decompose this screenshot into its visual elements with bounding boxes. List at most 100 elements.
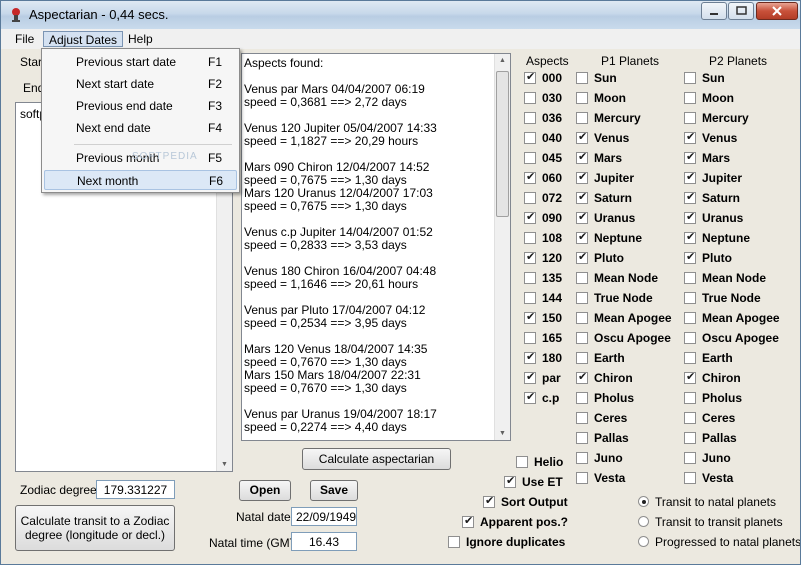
- transit-to-natal-radio[interactable]: [638, 496, 649, 507]
- menu-next-end-date[interactable]: Next end date F4: [44, 118, 237, 138]
- zodiac-degree-input[interactable]: 179.331227: [96, 480, 175, 499]
- p1-planet-checkbox[interactable]: [576, 472, 588, 484]
- p2-planet-checkbox[interactable]: [684, 72, 696, 84]
- p1-planet-checkbox[interactable]: [576, 250, 588, 264]
- p2-planet-checkbox[interactable]: [684, 250, 696, 264]
- p1-planet-checkbox[interactable]: [576, 190, 588, 204]
- aspect-checkbox[interactable]: [524, 310, 536, 324]
- natal-time-input[interactable]: 16.43: [291, 532, 357, 551]
- p1-planet-checkbox[interactable]: [576, 150, 588, 164]
- aspect-line: Mars 120 Uranus 12/04/2007 17:03: [244, 186, 433, 200]
- adjust-dates-dropdown: Previous start date F1 Next start date F2 …: [41, 48, 240, 193]
- p2-planet-checkbox[interactable]: [684, 210, 696, 224]
- aspect-line: Aspects found:: [244, 56, 324, 70]
- p2-planet-checkbox[interactable]: [684, 312, 696, 324]
- p1-planet-checkbox[interactable]: [576, 412, 588, 424]
- aspect-checkbox[interactable]: [524, 272, 536, 284]
- p1-planet-checkbox[interactable]: [576, 112, 588, 124]
- aspect-checkbox[interactable]: [524, 170, 536, 184]
- aspect-checkbox[interactable]: [524, 250, 536, 264]
- scroll-down-icon[interactable]: ▼: [499, 430, 506, 437]
- aspects-header: Aspects: [526, 54, 569, 68]
- p1-planet-checkbox[interactable]: [576, 312, 588, 324]
- aspect-label: 150: [542, 311, 563, 325]
- p1-planet-checkbox[interactable]: [576, 370, 588, 384]
- p2-planet-checkbox[interactable]: [684, 392, 696, 404]
- calculate-transit-button[interactable]: Calculate transit to a Zodiac degree (lo…: [15, 505, 175, 551]
- close-button[interactable]: [756, 2, 798, 20]
- scroll-up-icon[interactable]: ▲: [499, 57, 506, 64]
- p2-planet-label: Mean Apogee: [702, 311, 780, 325]
- calculate-aspectarian-button[interactable]: Calculate aspectarian: [302, 448, 451, 470]
- save-button[interactable]: Save: [310, 480, 358, 501]
- menu-next-month[interactable]: Next month F6: [44, 170, 237, 190]
- aspect-checkbox[interactable]: [524, 232, 536, 244]
- p2-planet-checkbox[interactable]: [684, 112, 696, 124]
- p2-planet-checkbox[interactable]: [684, 412, 696, 424]
- p1-planet-checkbox[interactable]: [576, 452, 588, 464]
- progressed-to-natal-radio[interactable]: [638, 536, 649, 547]
- p1-planet-checkbox[interactable]: [576, 170, 588, 184]
- menu-previous-end-date[interactable]: Previous end date F3: [44, 96, 237, 116]
- aspect-checkbox[interactable]: [524, 292, 536, 304]
- p2-planet-checkbox[interactable]: [684, 92, 696, 104]
- menu-adjust-dates[interactable]: Adjust Dates: [43, 31, 124, 47]
- p1-planet-checkbox[interactable]: [576, 392, 588, 404]
- p2-planet-checkbox[interactable]: [684, 150, 696, 164]
- p2-planet-checkbox[interactable]: [684, 190, 696, 204]
- aspect-checkbox[interactable]: [524, 152, 536, 164]
- p2-planet-checkbox[interactable]: [684, 272, 696, 284]
- menu-file[interactable]: File: [10, 31, 39, 47]
- aspect-checkbox[interactable]: [524, 192, 536, 204]
- p1-planet-checkbox[interactable]: [576, 72, 588, 84]
- minimize-button[interactable]: [701, 2, 727, 20]
- aspect-checkbox[interactable]: [524, 332, 536, 344]
- p1-planet-checkbox[interactable]: [576, 130, 588, 144]
- aspect-checkbox[interactable]: [524, 70, 536, 84]
- p1-planet-checkbox[interactable]: [576, 272, 588, 284]
- p2-planet-checkbox[interactable]: [684, 352, 696, 364]
- p1-planet-checkbox[interactable]: [576, 332, 588, 344]
- aspect-checkbox[interactable]: [524, 92, 536, 104]
- aspect-checkbox[interactable]: [524, 132, 536, 144]
- aspect-checkbox[interactable]: [524, 390, 536, 404]
- p1-planet-checkbox[interactable]: [576, 210, 588, 224]
- p1-planet-label: Moon: [594, 91, 626, 105]
- aspect-checkbox[interactable]: [524, 210, 536, 224]
- aspect-checkbox[interactable]: [524, 370, 536, 384]
- menu-help[interactable]: Help: [123, 31, 158, 47]
- transit-to-transit-radio[interactable]: [638, 516, 649, 527]
- p2-planet-checkbox[interactable]: [684, 130, 696, 144]
- p1-planet-label: Vesta: [594, 471, 626, 485]
- scroll-down-icon[interactable]: ▼: [221, 461, 228, 468]
- title-bar[interactable]: Aspectarian - 0,44 secs.: [1, 1, 800, 29]
- aspects-scrollbar[interactable]: ▲ ▼: [494, 54, 510, 440]
- p2-planet-checkbox[interactable]: [684, 292, 696, 304]
- p1-planet-checkbox[interactable]: [576, 92, 588, 104]
- p1-planet-checkbox[interactable]: [576, 352, 588, 364]
- natal-date-input[interactable]: 22/09/1949: [291, 507, 357, 526]
- helio-checkbox[interactable]: [516, 456, 528, 468]
- p2-planet-checkbox[interactable]: [684, 230, 696, 244]
- aspects-output[interactable]: Aspects found: Venus par Mars 04/04/2007 …: [241, 53, 511, 441]
- use-et-checkbox[interactable]: [504, 474, 516, 488]
- aspect-checkbox[interactable]: [524, 112, 536, 124]
- sort-output-checkbox[interactable]: [483, 494, 495, 508]
- p1-planet-checkbox[interactable]: [576, 230, 588, 244]
- menu-next-start-date[interactable]: Next start date F2: [44, 74, 237, 94]
- p2-planet-checkbox[interactable]: [684, 170, 696, 184]
- p2-planet-checkbox[interactable]: [684, 370, 696, 384]
- p2-planet-checkbox[interactable]: [684, 432, 696, 444]
- menu-previous-start-date[interactable]: Previous start date F1: [44, 52, 237, 72]
- p2-planet-checkbox[interactable]: [684, 332, 696, 344]
- aspect-checkbox[interactable]: [524, 350, 536, 364]
- p1-planet-checkbox[interactable]: [576, 432, 588, 444]
- apparent-pos-checkbox[interactable]: [462, 514, 474, 528]
- ignore-duplicates-checkbox[interactable]: [448, 536, 460, 548]
- open-button[interactable]: Open: [239, 480, 291, 501]
- maximize-button[interactable]: [728, 2, 754, 20]
- p2-planet-checkbox[interactable]: [684, 452, 696, 464]
- p1-planet-checkbox[interactable]: [576, 292, 588, 304]
- p2-planet-checkbox[interactable]: [684, 472, 696, 484]
- scroll-thumb[interactable]: [496, 71, 509, 217]
